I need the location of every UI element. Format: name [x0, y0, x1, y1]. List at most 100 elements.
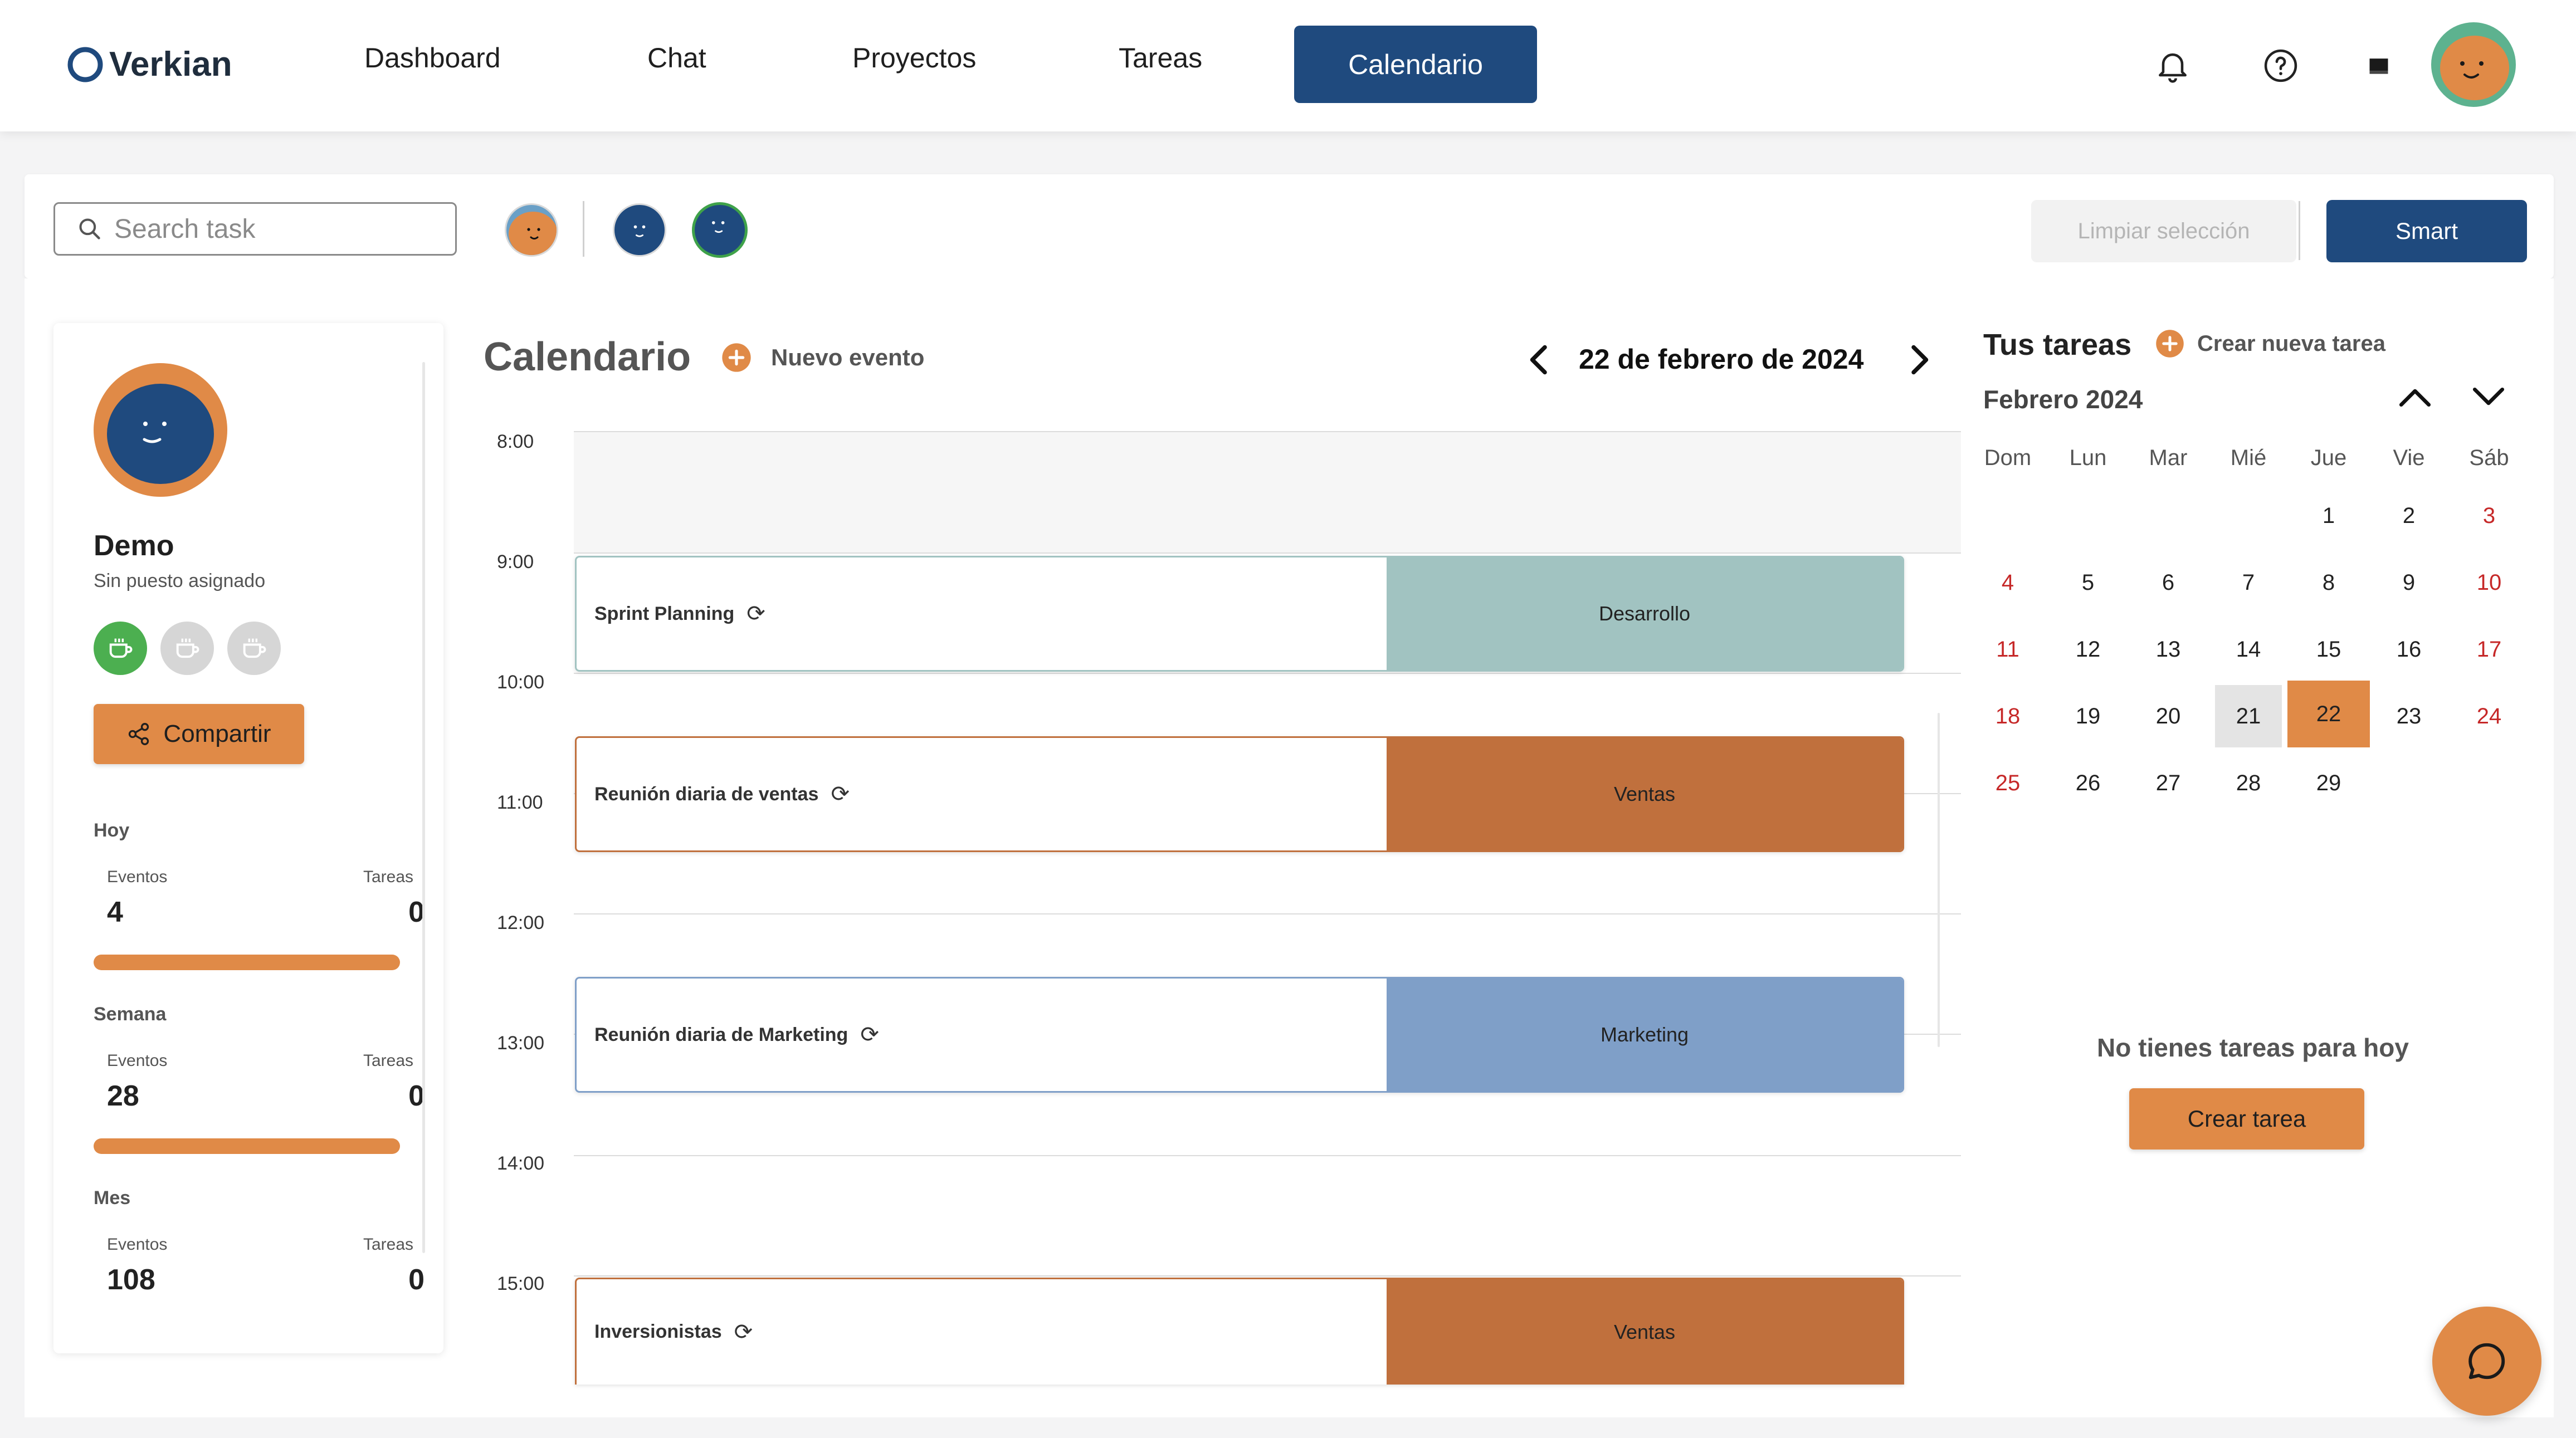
calendar-day[interactable]: 24: [2456, 685, 2523, 747]
status-coffee-3[interactable]: [227, 622, 281, 675]
new-event-button[interactable]: Nuevo evento: [721, 342, 924, 373]
status-coffee-2[interactable]: [160, 622, 214, 675]
calendar-day[interactable]: 23: [2375, 685, 2442, 747]
calendar-day[interactable]: 16: [2375, 618, 2442, 681]
hour-line: [574, 673, 1961, 674]
calendar-day[interactable]: 14: [2215, 618, 2282, 681]
coffee-icon: [243, 638, 266, 658]
current-date: 22 de febrero de 2024: [1579, 344, 1864, 375]
share-icon: [129, 723, 149, 745]
app-logo[interactable]: Verkian: [66, 45, 232, 84]
calendar-day-today[interactable]: 21: [2215, 685, 2282, 747]
calendar-day[interactable]: 18: [1974, 685, 2041, 747]
recurring-icon: ⟳: [860, 1023, 879, 1047]
share-button[interactable]: Compartir: [94, 704, 304, 764]
event-inversionistas[interactable]: Inversionistas ⟳ Ventas: [575, 1278, 1904, 1385]
weekday-label: Dom: [1984, 446, 2032, 470]
chevron-up-icon[interactable]: [2397, 383, 2433, 411]
calendar-day[interactable]: 7: [2215, 551, 2282, 614]
weekday-label: Lun: [2069, 446, 2107, 470]
calendar-day[interactable]: 10: [2456, 551, 2523, 614]
calendar-day[interactable]: 13: [2135, 618, 2202, 681]
chevron-right-icon[interactable]: [1905, 343, 1933, 376]
calendar-day[interactable]: 5: [2055, 551, 2121, 614]
profile-name: Demo: [94, 530, 174, 562]
chevron-left-icon[interactable]: [1525, 343, 1553, 376]
tasks-label: Tareas: [363, 1051, 414, 1070]
event-title: Reunión diaria de ventas: [594, 783, 819, 805]
calendar-day[interactable]: 3: [2456, 485, 2523, 547]
search-input[interactable]: Search task: [53, 202, 457, 256]
hour-line: [574, 1275, 1961, 1276]
calendar-day[interactable]: 15: [2295, 618, 2362, 681]
chevron-down-icon[interactable]: [2470, 383, 2507, 411]
create-task-button[interactable]: Crear tarea: [2129, 1088, 2364, 1150]
plus-circle-icon: [2156, 330, 2184, 358]
profile-scrollbar[interactable]: [422, 362, 425, 1253]
calendar-day[interactable]: 2: [2375, 485, 2442, 547]
status-coffee-active[interactable]: [94, 622, 147, 675]
tasks-label: Tareas: [363, 868, 414, 886]
help-icon[interactable]: [2262, 47, 2300, 85]
calendar-day-selected[interactable]: 22: [2287, 681, 2370, 747]
calendar-day[interactable]: 25: [1974, 752, 2041, 814]
calendar-day[interactable]: 29: [2295, 752, 2362, 814]
progress-bar-today: [94, 955, 400, 970]
stats-period-month: Mes: [94, 1187, 131, 1209]
calendar-day[interactable]: 11: [1974, 618, 2041, 681]
hour-label: 13:00: [497, 1033, 545, 1054]
hour-label: 14:00: [497, 1153, 545, 1174]
tasks-label: Tareas: [363, 1235, 414, 1254]
nav-proyectos[interactable]: Proyectos: [852, 42, 976, 74]
calendar-day[interactable]: 26: [2055, 752, 2121, 814]
calendar-day[interactable]: 8: [2295, 551, 2362, 614]
filter-avatar-blue[interactable]: [613, 203, 666, 257]
profile-card: Demo Sin puesto asignado Compartir Hoy E…: [53, 323, 443, 1353]
hour-line: [574, 431, 1961, 432]
app-name: Verkian: [109, 45, 232, 84]
calendar-day[interactable]: 27: [2135, 752, 2202, 814]
mini-calendar-month: Febrero 2024: [1983, 385, 2143, 414]
new-event-label: Nuevo evento: [771, 344, 925, 370]
nav-tareas[interactable]: Tareas: [1119, 42, 1202, 74]
events-label: Eventos: [107, 1051, 168, 1070]
filter-avatar-orange[interactable]: [505, 203, 558, 257]
filter-avatar-selected[interactable]: [692, 202, 748, 258]
flag-icon[interactable]: [2367, 53, 2391, 78]
hour-label: 11:00: [497, 792, 543, 813]
calendar-day[interactable]: 28: [2215, 752, 2282, 814]
plus-circle-icon: [722, 343, 751, 372]
calendar-day[interactable]: 17: [2456, 618, 2523, 681]
stats-period-today: Hoy: [94, 820, 130, 841]
smart-button[interactable]: Smart: [2326, 200, 2527, 262]
calendar-day[interactable]: 4: [1974, 551, 2041, 614]
event-reunion-marketing[interactable]: Reunión diaria de Marketing ⟳ Marketing: [575, 977, 1904, 1093]
nav-dashboard[interactable]: Dashboard: [364, 42, 501, 74]
stats-period-week: Semana: [94, 1004, 167, 1025]
create-new-task-button[interactable]: Crear nueva tarea: [2155, 329, 2385, 359]
calendar-day[interactable]: 20: [2135, 685, 2202, 747]
nav-chat[interactable]: Chat: [647, 42, 706, 74]
create-new-task-label: Crear nueva tarea: [2197, 331, 2385, 356]
weekday-label: Mié: [2230, 446, 2267, 470]
calendar-day[interactable]: 12: [2055, 618, 2121, 681]
user-avatar[interactable]: [2431, 22, 2516, 107]
chat-fab[interactable]: [2432, 1307, 2541, 1416]
calendar-scrollbar[interactable]: [1938, 713, 1940, 1047]
calendar-day[interactable]: 6: [2135, 551, 2202, 614]
bell-icon[interactable]: [2154, 47, 2192, 85]
clear-selection-button[interactable]: Limpiar selección: [2031, 200, 2296, 262]
recurring-icon: ⟳: [831, 782, 850, 806]
calendar-day[interactable]: 1: [2295, 485, 2362, 547]
tasks-count-month: 0: [408, 1264, 425, 1296]
calendar-day[interactable]: 19: [2055, 685, 2121, 747]
event-title: Inversionistas: [594, 1321, 722, 1342]
calendar-day[interactable]: 9: [2375, 551, 2442, 614]
event-reunion-ventas[interactable]: Reunión diaria de ventas ⟳ Ventas: [575, 736, 1904, 852]
weekday-label: Jue: [2310, 446, 2347, 470]
hour-label: 8:00: [497, 431, 534, 452]
hour-label: 12:00: [497, 912, 545, 933]
hour-slot-empty[interactable]: [574, 431, 1961, 554]
nav-calendario[interactable]: Calendario: [1294, 26, 1537, 103]
event-sprint-planning[interactable]: Sprint Planning ⟳ Desarrollo: [575, 556, 1904, 672]
